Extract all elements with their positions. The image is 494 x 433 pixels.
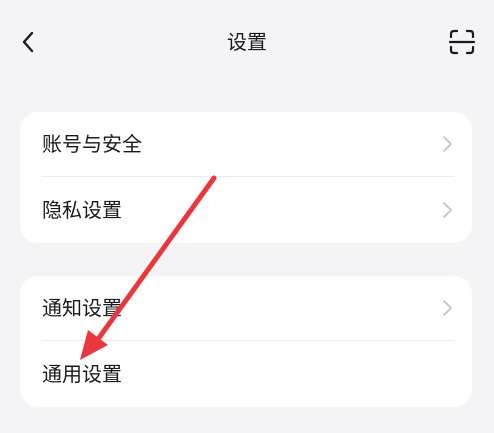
row-general-settings[interactable]: 通用设置	[20, 342, 472, 407]
row-privacy-settings[interactable]: 隐私设置	[20, 178, 472, 243]
top-bar: 设置	[0, 0, 494, 84]
chevron-right-icon	[443, 136, 452, 152]
row-label: 账号与安全	[42, 132, 142, 156]
settings-group-account: 账号与安全 隐私设置	[20, 112, 472, 243]
row-label: 通知设置	[42, 296, 122, 320]
chevron-right-icon	[443, 300, 452, 316]
page-title: 设置	[227, 30, 267, 54]
row-notification-settings[interactable]: 通知设置	[20, 276, 472, 341]
row-label: 通用设置	[42, 362, 122, 386]
settings-group-general: 通知设置 通用设置	[20, 276, 472, 407]
chevron-right-icon	[443, 202, 452, 218]
row-account-security[interactable]: 账号与安全	[20, 112, 472, 177]
scan-icon	[449, 29, 475, 55]
divider	[42, 340, 454, 341]
scan-button[interactable]	[446, 26, 478, 58]
divider	[42, 176, 454, 177]
row-label: 隐私设置	[42, 198, 122, 222]
